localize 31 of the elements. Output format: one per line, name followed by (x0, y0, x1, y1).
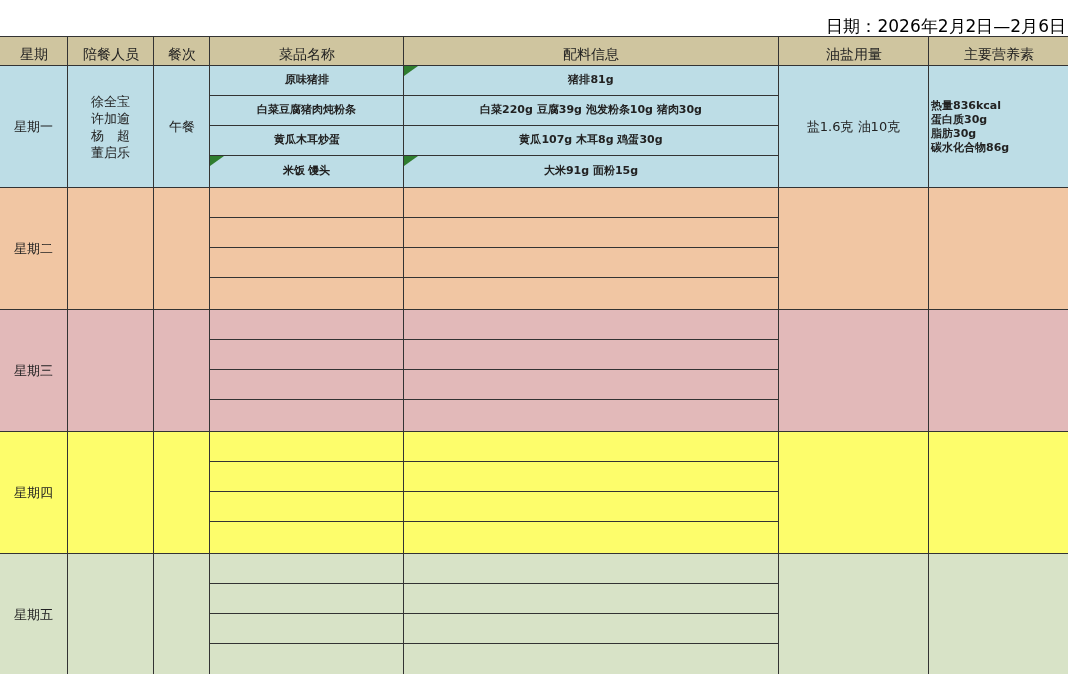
column-header: 星期 (0, 37, 68, 65)
dish-cell: 黄瓜木耳炒蛋 (210, 126, 404, 156)
ingredients-cell: 猪排81g (404, 66, 779, 96)
nutrient-line: 碳水化合物86g (931, 140, 1011, 155)
date-label: 日期：2026年2月2日—2月6日 (826, 18, 1066, 35)
dish-cell: 原味猪排 (210, 66, 404, 96)
oil-salt-cell-text: 盐1.6克 油10克 (806, 117, 901, 136)
ingredients-cell: 黄瓜107g 木耳8g 鸡蛋30g (404, 126, 779, 156)
day-cell: 星期二 (0, 188, 68, 309)
column-header: 陪餐人员 (68, 37, 154, 65)
ingredients-cell: 白菜220g 豆腐39g 泡发粉条10g 猪肉30g (404, 96, 779, 126)
day-cell: 星期一 (0, 66, 68, 187)
companion-name: 徐全宝 (91, 92, 130, 110)
nutrient-line: 蛋白质30g (931, 112, 989, 127)
column-header: 配料信息 (404, 37, 779, 65)
day-cell: 星期五 (0, 554, 68, 674)
dish-cell: 白菜豆腐猪肉炖粉条 (210, 96, 404, 126)
companion-name: 许加逾 (91, 109, 130, 127)
day-cell: 星期三 (0, 310, 68, 431)
meal-cell-text: 午餐 (168, 117, 195, 136)
dish-cell: 米饭 馒头 (210, 156, 404, 187)
column-header: 餐次 (154, 37, 210, 65)
companion-name: 杨 超 (91, 126, 130, 144)
day-cell: 星期四 (0, 432, 68, 553)
column-header: 油盐用量 (779, 37, 929, 65)
companion-name: 董启乐 (91, 143, 130, 161)
ingredients-cell: 大米91g 面粉15g (404, 156, 779, 187)
column-header: 菜品名称 (210, 37, 404, 65)
nutrient-line: 热量836kcal (931, 98, 1002, 113)
column-header: 主要营养素 (962, 45, 1035, 64)
nutrient-line: 脂肪30g (931, 126, 978, 141)
